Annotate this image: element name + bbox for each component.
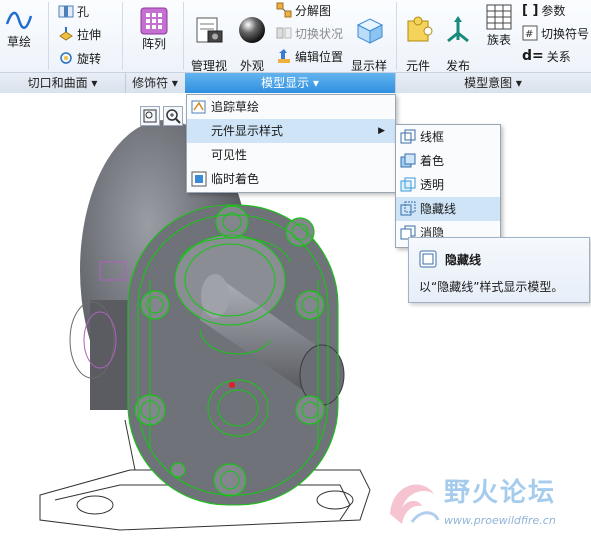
- ribbon-separator: [396, 2, 397, 70]
- style-item-shading-label: 着色: [420, 154, 445, 168]
- revolve-icon: [60, 52, 72, 64]
- sketch-button[interactable]: 草绘: [2, 6, 36, 49]
- sketch-label: 草绘: [6, 35, 31, 49]
- forum-watermark: 野火论坛 www.proewildfire.cn: [382, 470, 587, 536]
- sketch-icon: [5, 11, 33, 29]
- extrude-icon: [59, 27, 73, 41]
- pattern-icon: [140, 7, 168, 35]
- revolve-button[interactable]: 旋转: [58, 49, 101, 67]
- menu-item-trace-sketch[interactable]: 追踪草绘: [187, 95, 395, 119]
- display-style-submenu: 线框 着色 透明 隐藏线 消隐: [395, 124, 501, 248]
- relations-button[interactable]: d= 关系: [522, 47, 571, 65]
- group-model-intent[interactable]: 模型意图 ▾: [395, 73, 591, 93]
- trace-sketch-icon: [191, 100, 206, 114]
- style-item-hidden-line[interactable]: 隐藏线: [396, 197, 500, 221]
- style-item-wireframe[interactable]: 线框: [396, 125, 500, 149]
- family-table-button[interactable]: 族表: [482, 2, 516, 47]
- toggle-status-button[interactable]: 切换状况: [276, 24, 343, 42]
- style-item-hidden-line-label: 隐藏线: [420, 202, 457, 216]
- watermark-url: www.proewildfire.cn: [444, 514, 556, 527]
- menu-item-visibility-label: 可见性: [211, 148, 248, 162]
- parameters-button[interactable]: [ ] 参数: [522, 1, 565, 19]
- exploded-view-label: 分解图: [295, 3, 332, 18]
- svg-text:#: #: [525, 29, 533, 40]
- transparent-icon: [400, 177, 416, 192]
- ribbon-separator: [48, 2, 49, 70]
- style-item-wireframe-label: 线框: [420, 130, 445, 144]
- menu-item-temp-shading-label: 临时着色: [211, 172, 260, 186]
- ribbon-group-bar: 切口和曲面 ▾ 修饰符 ▾ 模型显示 ▾ 模型意图 ▾: [0, 72, 591, 94]
- zoom-in-icon: [166, 109, 181, 124]
- temp-shading-icon: [191, 171, 207, 187]
- manage-views-icon: [196, 17, 223, 43]
- exploded-view-button[interactable]: 分解图: [276, 1, 331, 19]
- hole-icon: [58, 5, 74, 18]
- toggle-status-icon: [276, 27, 292, 39]
- relations-label: 关系: [546, 49, 571, 64]
- group-model-display[interactable]: 模型显示 ▾: [185, 73, 396, 93]
- pattern-label: 阵列: [141, 37, 166, 51]
- extrude-button[interactable]: 拉伸: [58, 25, 101, 43]
- menu-item-visibility[interactable]: 可见性: [187, 143, 395, 167]
- ribbon-separator: [122, 2, 123, 70]
- hidden-line-tooltip: 隐藏线 以“隐藏线”样式显示模型。: [408, 237, 590, 303]
- component-interface-icon: [407, 16, 433, 42]
- switch-symbols-icon: #: [522, 25, 538, 41]
- group-model-display-label: 模型显示: [261, 76, 310, 90]
- model-display-menu: 追踪草绘 元件显示样式 ▶ 可见性 临时着色: [186, 94, 396, 193]
- group-modifiers[interactable]: 修饰符 ▾: [125, 73, 186, 93]
- menu-item-temp-shading[interactable]: 临时着色: [187, 167, 395, 191]
- family-table-label: 族表: [486, 33, 511, 47]
- origin-marker: [229, 382, 235, 388]
- menu-item-trace-sketch-label: 追踪草绘: [211, 100, 260, 114]
- hidden-line-icon: [400, 201, 416, 216]
- switch-symbols-button[interactable]: # 切换符号: [522, 24, 589, 42]
- zoom-in-button[interactable]: [163, 106, 183, 126]
- appearance-sphere-icon: [239, 17, 265, 43]
- revolve-label: 旋转: [77, 51, 102, 66]
- group-model-intent-label: 模型意图: [464, 76, 513, 90]
- display-style-cube-icon: [356, 18, 384, 44]
- edit-position-label: 编辑位置: [295, 49, 344, 64]
- ribbon-separator: [183, 2, 184, 70]
- watermark-title: 野火论坛: [444, 478, 557, 508]
- parameters-icon: [ ]: [522, 2, 539, 18]
- menu-item-component-display-style[interactable]: 元件显示样式 ▶: [187, 119, 395, 143]
- wireframe-icon: [400, 129, 416, 144]
- style-item-transparent[interactable]: 透明: [396, 173, 500, 197]
- parameters-label: 参数: [541, 3, 566, 18]
- shading-icon: [400, 153, 416, 168]
- hole-button[interactable]: 孔: [58, 2, 89, 20]
- zoom-window-button[interactable]: [140, 106, 160, 126]
- style-item-transparent-label: 透明: [420, 178, 445, 192]
- publish-geometry-icon: [447, 16, 469, 43]
- zoom-window-icon: [143, 109, 157, 123]
- relations-icon: d=: [522, 48, 544, 64]
- submenu-arrow-icon: ▶: [378, 126, 385, 136]
- view-toolbar: [140, 106, 183, 126]
- tooltip-title: 隐藏线: [445, 253, 482, 267]
- edit-position-icon: [278, 49, 290, 63]
- ribbon: 草绘 孔 拉伸 旋转 阵列 管理视 外观 分解图 切换状况 编辑位置 显示样 元…: [0, 0, 591, 86]
- exploded-view-icon: [276, 2, 292, 18]
- edit-position-button[interactable]: 编辑位置: [276, 47, 343, 65]
- group-modifiers-label: 修饰符: [132, 76, 169, 90]
- switch-symbols-label: 切换符号: [541, 26, 590, 41]
- hole-label: 孔: [77, 4, 90, 19]
- extrude-label: 拉伸: [77, 27, 102, 42]
- menu-item-component-display-style-label: 元件显示样式: [211, 124, 284, 138]
- pattern-button[interactable]: 阵列: [134, 6, 174, 51]
- style-item-shading[interactable]: 着色: [396, 149, 500, 173]
- hidden-line-tooltip-icon: [419, 250, 437, 268]
- family-table-icon: [486, 4, 512, 30]
- tooltip-description: 以“隐藏线”样式显示模型。: [419, 280, 564, 294]
- group-cuts-surfaces[interactable]: 切口和曲面 ▾: [0, 73, 126, 93]
- toggle-status-label: 切换状况: [295, 26, 344, 41]
- forum-logo-icon: [390, 484, 440, 524]
- group-cuts-surfaces-label: 切口和曲面: [27, 76, 88, 90]
